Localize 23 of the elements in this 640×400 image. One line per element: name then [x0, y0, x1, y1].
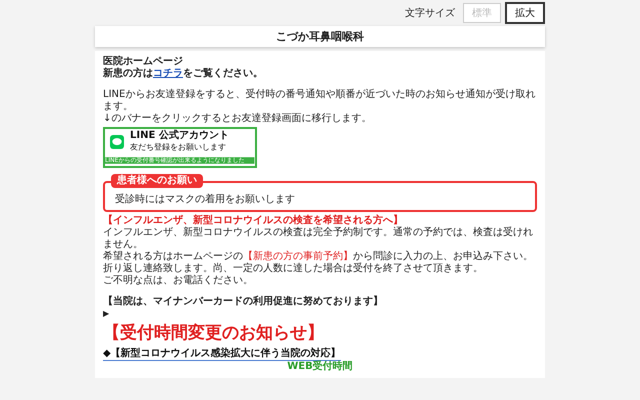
font-size-button[interactable]: 拡大 [505, 2, 545, 24]
banner-title: LINE 公式アカウント [130, 130, 230, 142]
line-info-text: ↓のバナーをクリックするとお友達登録画面に移行します。 [103, 113, 372, 125]
banner-subtitle: 友だち登録をお願いします [130, 143, 226, 153]
flu-text: 折り返し連絡致します。尚、一定の人数に達した場合は受付を終了させて頂きます。 [103, 263, 484, 274]
my-number-text: 【当院は、マイナンバーカードの利用促進に努めております】 [103, 296, 384, 308]
chat-bubble-icon [110, 133, 124, 151]
notice-title: 患者様へのお願い [111, 174, 203, 188]
covid-response-link[interactable]: ◆【新型コロナウイルス感染拡大に伴う当院の対応】 [103, 348, 341, 361]
flu-heading: 【インフルエンザ、新型コロナウイルスの検査を希望される方へ】 [103, 215, 404, 226]
line-info-text: LINEからお友達登録をすると、受付時の番号通知や順番が近づいた時のお知らせ通知が受け取れます。 [103, 89, 536, 112]
new-patient-link[interactable]: コチラ [153, 68, 183, 79]
intro-heading: 医院ホームページ [103, 56, 184, 67]
web-hours-heading: WEB受付時間 [286, 361, 354, 373]
notice-text: 受診時にはマスクの着用をお願いします [115, 194, 296, 206]
new-patient-text: 新患の方はコチラをご覧ください。 [103, 68, 264, 80]
font-size-label: 文字サイズ [405, 6, 455, 20]
site-title: こづか耳鼻咽喉科 [95, 26, 545, 47]
flu-text: ご不明な点は、お電話ください。 [103, 275, 254, 287]
change-notice-heading: 【受付時間変更のお知らせ】 [103, 322, 325, 344]
flu-text: インフルエンザ、新型コロナウイルスの検査は完全予約制です。通常の予約では、検査は受けれません。 [103, 227, 534, 250]
flu-text: 希望される方はホームページの【新患の方の事前予約】から問診に入力の上、お申込み下さい。 [103, 251, 534, 262]
arrow-marker: ▶ [103, 309, 110, 318]
